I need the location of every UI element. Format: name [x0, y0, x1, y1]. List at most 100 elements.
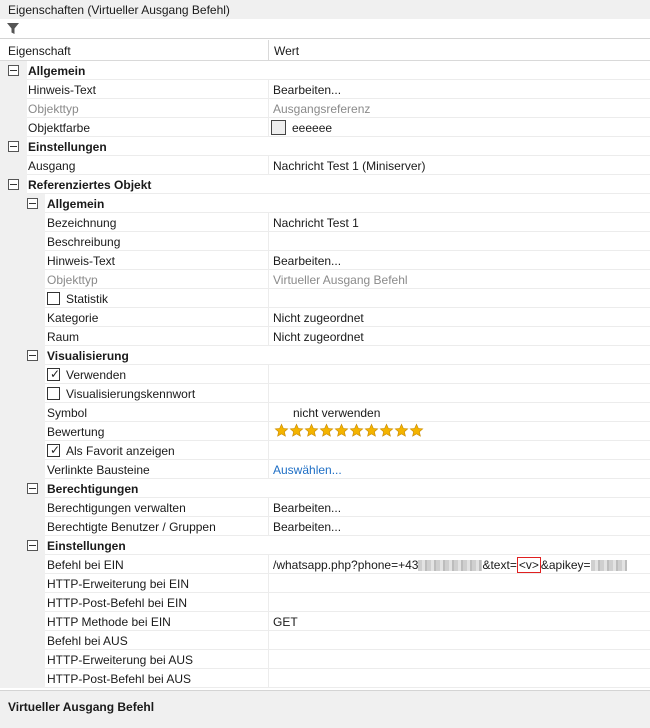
- star-icon[interactable]: [334, 423, 349, 438]
- property-value[interactable]: Nachricht Test 1: [273, 216, 359, 230]
- property-value[interactable]: Nicht zugeordnet: [273, 330, 364, 344]
- collapse-icon[interactable]: [27, 483, 38, 494]
- filter-icon[interactable]: [6, 22, 20, 36]
- collapse-icon[interactable]: [27, 350, 38, 361]
- property-label: HTTP Methode bei EIN: [47, 615, 171, 629]
- als-favorit-checkbox[interactable]: ✓: [47, 444, 60, 457]
- property-value[interactable]: GET: [273, 615, 298, 629]
- grid-header: Eigenschaft Wert: [0, 40, 650, 61]
- property-row-bezeichnung[interactable]: Bezeichnung Nachricht Test 1: [0, 213, 650, 232]
- star-icon[interactable]: [349, 423, 364, 438]
- property-label: Objekttyp: [28, 102, 79, 116]
- category-berechtigungen[interactable]: Berechtigungen: [0, 479, 650, 498]
- redacted-apikey: [590, 560, 627, 572]
- collapse-icon[interactable]: [8, 65, 19, 76]
- property-row-http-erweiterung-aus[interactable]: HTTP-Erweiterung bei AUS: [0, 650, 650, 669]
- star-icon[interactable]: [409, 423, 424, 438]
- property-row-beschreibung[interactable]: Beschreibung: [0, 232, 650, 251]
- property-value[interactable]: Nachricht Test 1 (Miniserver): [273, 159, 425, 173]
- property-label: Beschreibung: [47, 235, 121, 249]
- property-row-befehl-bei-aus[interactable]: Befehl bei AUS: [0, 631, 650, 650]
- star-icon[interactable]: [379, 423, 394, 438]
- property-row-http-post-aus[interactable]: HTTP-Post-Befehl bei AUS: [0, 669, 650, 688]
- property-row-raum[interactable]: Raum Nicht zugeordnet: [0, 327, 650, 346]
- property-row-statistik[interactable]: Statistik: [0, 289, 650, 308]
- property-row-objekttyp: Objekttyp Ausgangsreferenz: [0, 99, 650, 118]
- property-row-ausgang[interactable]: Ausgang Nachricht Test 1 (Miniserver): [0, 156, 650, 175]
- property-value: Ausgangsreferenz: [273, 102, 371, 116]
- category-label: Einstellungen: [28, 140, 107, 154]
- property-label: Verwenden: [66, 368, 127, 382]
- color-value: eeeeee: [292, 121, 333, 135]
- color-swatch[interactable]: [271, 120, 286, 135]
- category-allgemein[interactable]: Allgemein: [0, 61, 650, 80]
- property-label: Befehl bei EIN: [47, 558, 124, 572]
- star-icon[interactable]: [274, 423, 289, 438]
- property-row-http-methode-ein[interactable]: HTTP Methode bei EIN GET: [0, 612, 650, 631]
- property-row-ref-objekttyp: Objekttyp Virtueller Ausgang Befehl: [0, 270, 650, 289]
- star-icon[interactable]: [289, 423, 304, 438]
- property-row-http-erweiterung-ein[interactable]: HTTP-Erweiterung bei EIN: [0, 574, 650, 593]
- property-label: Befehl bei AUS: [47, 634, 128, 648]
- befehl-bei-ein-value[interactable]: /whatsapp.php?phone=+43 &text= <v> &apikey=: [273, 557, 627, 573]
- header-separator[interactable]: [268, 40, 269, 61]
- property-value[interactable]: Bearbeiten...: [273, 501, 341, 515]
- property-label: Berechtigte Benutzer / Gruppen: [47, 520, 216, 534]
- category-label: Berechtigungen: [47, 482, 139, 496]
- category-label: Allgemein: [47, 197, 105, 211]
- property-row-kategorie[interactable]: Kategorie Nicht zugeordnet: [0, 308, 650, 327]
- property-label: HTTP-Erweiterung bei EIN: [47, 577, 190, 591]
- url-text-param: &text=: [482, 558, 517, 572]
- check-icon: ✓: [50, 367, 61, 381]
- property-row-als-favorit[interactable]: ✓ Als Favorit anzeigen: [0, 441, 650, 460]
- property-row-verwenden[interactable]: ✓ Verwenden: [0, 365, 650, 384]
- statistik-checkbox[interactable]: [47, 292, 60, 305]
- star-rating[interactable]: [274, 423, 424, 440]
- property-value: Virtueller Ausgang Befehl: [273, 273, 408, 287]
- category-ref-allgemein[interactable]: Allgemein: [0, 194, 650, 213]
- property-row-berechtigungen-verwalten[interactable]: Berechtigungen verwalten Bearbeiten...: [0, 498, 650, 517]
- auswaehlen-link[interactable]: Auswählen...: [273, 463, 342, 477]
- property-value[interactable]: nicht verwenden: [293, 406, 380, 420]
- star-icon[interactable]: [319, 423, 334, 438]
- property-label: Objektfarbe: [28, 121, 91, 135]
- property-row-bewertung[interactable]: Bewertung: [0, 422, 650, 441]
- header-value[interactable]: Wert: [274, 44, 299, 58]
- property-value[interactable]: Nicht zugeordnet: [273, 311, 364, 325]
- property-row-visualisierungskennwort[interactable]: Visualisierungskennwort: [0, 384, 650, 403]
- star-icon[interactable]: [394, 423, 409, 438]
- property-label: Bewertung: [47, 425, 105, 439]
- property-row-http-post-ein[interactable]: HTTP-Post-Befehl bei EIN: [0, 593, 650, 612]
- category-einstellungen[interactable]: Einstellungen: [0, 137, 650, 156]
- property-row-verlinkte-bausteine[interactable]: Verlinkte Bausteine Auswählen...: [0, 460, 650, 479]
- category-visualisierung[interactable]: Visualisierung: [0, 346, 650, 365]
- property-label: Berechtigungen verwalten: [47, 501, 186, 515]
- visualisierungskennwort-checkbox[interactable]: [47, 387, 60, 400]
- property-row-objektfarbe[interactable]: Objektfarbe eeeeee: [0, 118, 650, 137]
- category-ref-einstellungen[interactable]: Einstellungen: [0, 536, 650, 555]
- property-row-symbol[interactable]: Symbol nicht verwenden: [0, 403, 650, 422]
- star-icon[interactable]: [364, 423, 379, 438]
- header-property[interactable]: Eigenschaft: [8, 44, 71, 58]
- collapse-icon[interactable]: [27, 540, 38, 551]
- property-value[interactable]: Bearbeiten...: [273, 520, 341, 534]
- property-row-ref-hinweis-text[interactable]: Hinweis-Text Bearbeiten...: [0, 251, 650, 270]
- property-label: Als Favorit anzeigen: [66, 444, 175, 458]
- collapse-icon[interactable]: [27, 198, 38, 209]
- property-label: Hinweis-Text: [47, 254, 116, 268]
- collapse-icon[interactable]: [8, 179, 19, 190]
- property-label: Raum: [47, 330, 80, 344]
- property-label: Objekttyp: [47, 273, 98, 287]
- property-row-berechtigte-benutzer[interactable]: Berechtigte Benutzer / Gruppen Bearbeite…: [0, 517, 650, 536]
- property-label: Statistik: [66, 292, 109, 306]
- category-referenziertes-objekt[interactable]: Referenziertes Objekt: [0, 175, 650, 194]
- property-value[interactable]: Bearbeiten...: [273, 254, 341, 268]
- verwenden-checkbox[interactable]: ✓: [47, 368, 60, 381]
- property-label: Verlinkte Bausteine: [47, 463, 150, 477]
- collapse-icon[interactable]: [8, 141, 19, 152]
- property-row-hinweis-text[interactable]: Hinweis-Text Bearbeiten...: [0, 80, 650, 99]
- property-row-befehl-bei-ein[interactable]: Befehl bei EIN /whatsapp.php?phone=+43 &t…: [0, 555, 650, 574]
- star-icon[interactable]: [304, 423, 319, 438]
- property-value[interactable]: Bearbeiten...: [273, 83, 341, 97]
- property-grid: Allgemein Hinweis-Text Bearbeiten... Obj…: [0, 61, 650, 688]
